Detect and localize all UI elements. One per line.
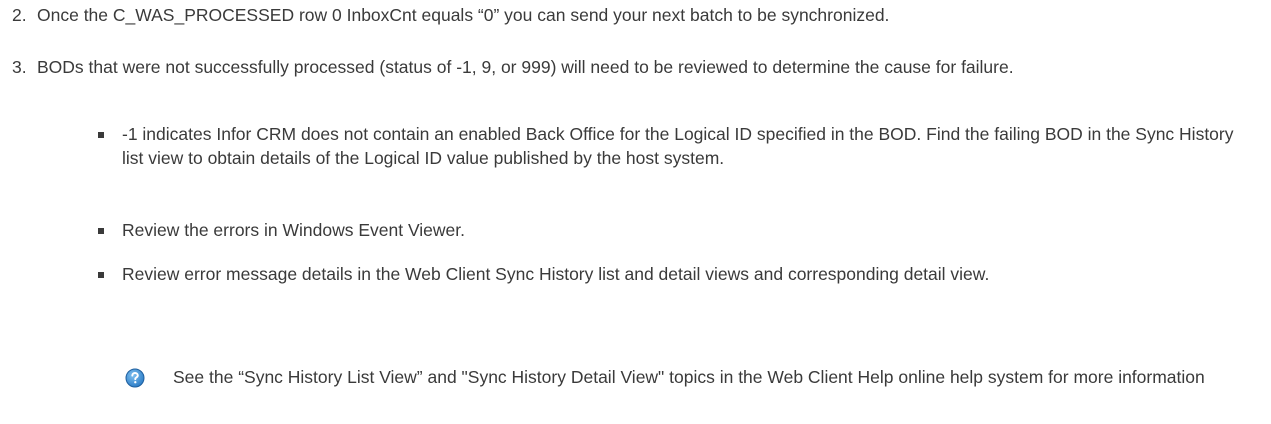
step-number: 2. [12, 5, 27, 25]
bullet-text: Review error message details in the Web … [122, 264, 990, 284]
step-number: 3. [12, 57, 27, 77]
step-text: Once the C_WAS_PROCESSED row 0 InboxCnt … [37, 5, 890, 25]
bullet-text: -1 indicates Infor CRM does not contain … [122, 124, 1234, 168]
step-text: BODs that were not successfully processe… [37, 57, 1014, 77]
square-bullet-icon [98, 228, 104, 234]
bullet-text: Review the errors in Windows Event Viewe… [122, 220, 466, 240]
question-help-icon [125, 368, 145, 388]
square-bullet-icon [98, 132, 104, 138]
square-bullet-icon [98, 272, 104, 278]
note-text: See the “Sync History List View” and "Sy… [173, 367, 1205, 387]
